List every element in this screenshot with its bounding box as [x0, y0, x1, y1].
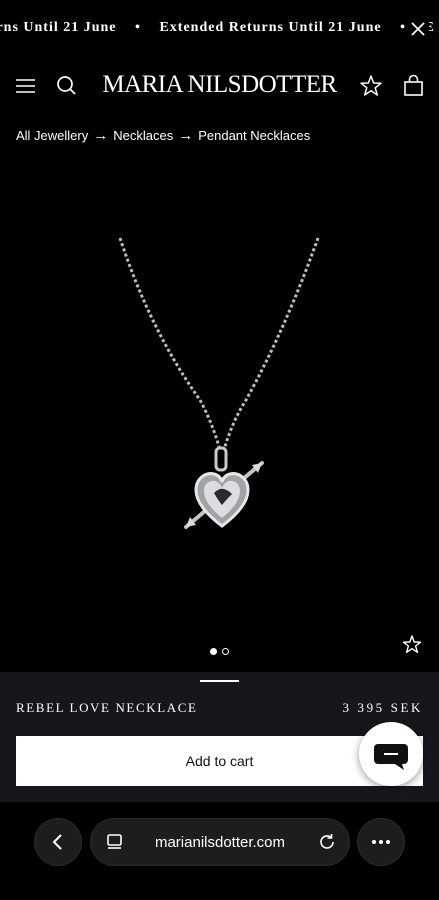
wishlist-button[interactable] [357, 72, 385, 100]
breadcrumb-link-pendant-necklaces[interactable]: Pendant Necklaces [198, 128, 310, 143]
chevron-left-icon [52, 834, 62, 850]
browser-back-button[interactable] [34, 818, 82, 866]
close-announcement-button[interactable] [407, 18, 429, 40]
add-to-wishlist-button[interactable] [401, 634, 423, 656]
arrow-right-icon: → [93, 127, 109, 144]
product-image [118, 237, 320, 529]
pagination-dot[interactable] [222, 648, 229, 655]
chat-button[interactable] [359, 722, 423, 786]
more-horizontal-icon [372, 840, 390, 844]
address-bar[interactable]: marianilsdotter.com [90, 818, 350, 866]
announcement-text: Extended Returns Until 21 June [159, 20, 382, 35]
bag-icon [404, 74, 423, 96]
chat-bubble-icon [374, 744, 408, 770]
breadcrumb-link-necklaces[interactable]: Necklaces [113, 128, 173, 143]
announcement-text: turns Until 21 June [0, 20, 117, 35]
star-icon [402, 635, 422, 653]
star-icon [360, 75, 382, 96]
announcement-separator: • [135, 20, 141, 35]
reload-icon[interactable] [317, 832, 337, 852]
announcement-separator: • [400, 20, 406, 35]
breadcrumb-link-all-jewellery[interactable]: All Jewellery [16, 128, 88, 143]
url-text: marianilsdotter.com [154, 834, 286, 851]
cart-button[interactable] [400, 72, 428, 100]
close-icon [411, 22, 425, 36]
announcement-track: turns Until 21 June • Extended Returns U… [0, 20, 439, 36]
gallery-pagination [210, 648, 229, 655]
sheet-drag-handle[interactable] [200, 680, 239, 682]
product-price: 3 395 SEK [342, 700, 423, 715]
product-gallery[interactable] [0, 160, 439, 672]
site-header: MARIA NILSDOTTER [0, 58, 439, 116]
browser-more-button[interactable] [357, 818, 405, 866]
arrow-right-icon: → [178, 127, 194, 144]
pagination-dot-active[interactable] [210, 648, 217, 655]
breadcrumb: All Jewellery → Necklaces → Pendant Neck… [16, 128, 310, 143]
browser-toolbar: marianilsdotter.com [0, 802, 439, 900]
announcement-bar: turns Until 21 June • Extended Returns U… [0, 0, 439, 58]
product-name: REBEL LOVE NECKLACE [16, 700, 198, 715]
